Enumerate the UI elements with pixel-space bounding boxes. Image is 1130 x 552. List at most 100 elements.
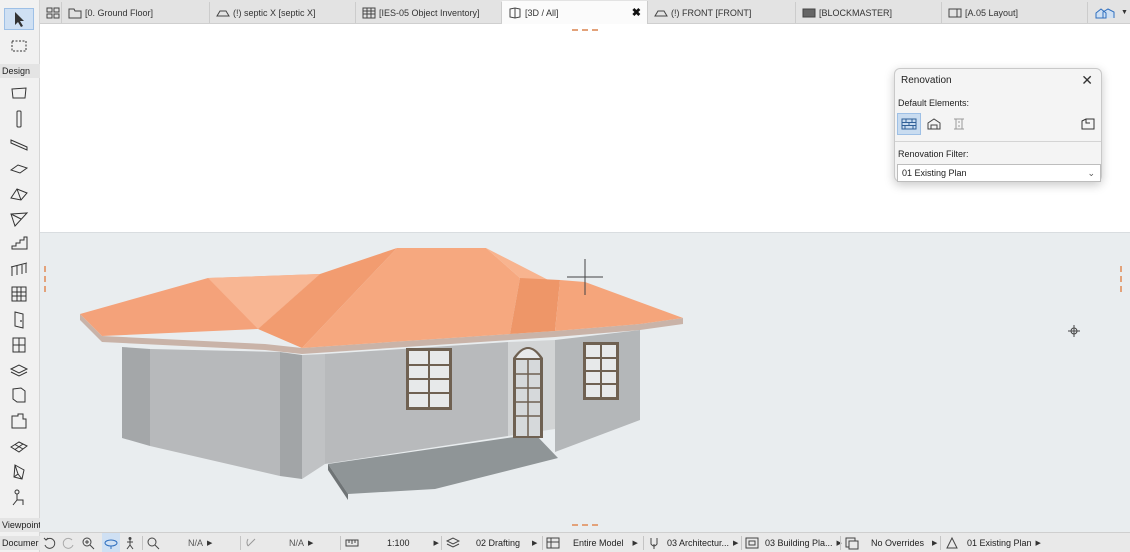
dropdown-arrow-icon: ▶: [433, 540, 439, 547]
dropdown-arrow-icon: ▶: [207, 540, 213, 547]
tab-a05-layout[interactable]: [A.05 Layout]: [942, 2, 1088, 23]
walk-icon: [126, 537, 134, 550]
existing-brick-icon: [901, 118, 917, 130]
orbit-icon: [104, 539, 118, 549]
renovation-filter-status-value: 01 Existing Plan: [967, 538, 1032, 548]
marquee-tool-icon[interactable]: [4, 35, 34, 57]
model-view-value: Entire Model: [573, 538, 624, 548]
chevron-down-icon: ▼: [1121, 9, 1128, 16]
pen-set-field[interactable]: 03 Architectur... ▶: [647, 533, 738, 552]
override-icon: [1081, 118, 1095, 130]
zone-tool-icon[interactable]: [4, 486, 34, 508]
crosshair-cursor-icon: [567, 259, 603, 295]
zoom-value: N/A: [188, 538, 204, 548]
slab-tool-icon[interactable]: [4, 158, 34, 180]
navigator-dropdown-button[interactable]: ▼: [1088, 2, 1130, 23]
wall-left-side: [122, 347, 150, 446]
tab-blockmaster[interactable]: [BLOCKMASTER]: [796, 2, 942, 23]
opening-tool-icon[interactable]: [4, 384, 34, 406]
morph-tool-icon[interactable]: [4, 461, 34, 483]
tab-septic[interactable]: (!) septic X [septic X]: [210, 2, 356, 23]
mesh-tool-icon[interactable]: [4, 436, 34, 458]
tab-object-inventory[interactable]: [IES-05 Object Inventory]: [356, 2, 502, 23]
structure-display-icon: [546, 537, 560, 549]
tab-3d-all[interactable]: [3D / All] ✖: [502, 1, 648, 24]
pen-icon: [650, 538, 658, 549]
dropdown-arrow-icon: ▶: [1035, 540, 1041, 547]
renovation-palette: Renovation ✕ Default Elements: Renovatio…: [894, 68, 1102, 182]
tab-label: [3D / All]: [525, 7, 559, 18]
scale-value: 1:100: [387, 538, 410, 548]
undo-zoom-button[interactable]: [42, 533, 56, 552]
window-tool-icon[interactable]: [4, 334, 34, 356]
renovation-filter-label: Renovation Filter:: [898, 149, 969, 159]
tab-close-button[interactable]: ✖: [632, 6, 641, 19]
wall-tool-icon[interactable]: [4, 82, 34, 104]
railing-tool-icon[interactable]: [4, 258, 34, 280]
column-tool-icon[interactable]: [4, 108, 34, 130]
wall-left-front: [150, 349, 280, 476]
zoom-field[interactable]: N/A ▶: [146, 533, 212, 552]
document-label: Documer: [0, 536, 40, 550]
redo-view-icon: [62, 537, 74, 549]
layout-sheet-icon: [948, 8, 962, 17]
design-label: Design: [0, 64, 40, 78]
dropdown-arrow-icon: ▶: [532, 540, 538, 547]
tab-front-elevation[interactable]: (!) FRONT [FRONT]: [648, 2, 796, 23]
rotation-field[interactable]: N/A ▶: [245, 533, 313, 552]
orbit-point-icon[interactable]: [1067, 324, 1081, 338]
tab-label: [IES-05 Object Inventory]: [379, 7, 480, 18]
layer-combination-field[interactable]: 02 Drafting ▶: [446, 533, 537, 552]
tab-label: [A.05 Layout]: [965, 7, 1019, 18]
beam-tool-icon[interactable]: [4, 133, 34, 155]
roof-tool-icon[interactable]: [4, 183, 34, 205]
graphic-override-field[interactable]: No Overrides ▶: [845, 533, 937, 552]
existing-elements-button[interactable]: [897, 113, 921, 135]
orbit-button[interactable]: [102, 533, 120, 552]
curtain-wall-tool-icon[interactable]: [4, 283, 34, 305]
tab-overview[interactable]: [40, 2, 62, 23]
tab-ground-floor[interactable]: [0. Ground Floor]: [62, 2, 210, 23]
tab-label: (!) FRONT [FRONT]: [671, 7, 752, 18]
renovation-filter-field[interactable]: 01 Existing Plan ▶: [945, 533, 1041, 552]
new-elements-button[interactable]: [947, 113, 971, 135]
stair-tool-icon[interactable]: [4, 233, 34, 255]
layer-combination-value: 02 Drafting: [476, 538, 521, 548]
wall-left-return: [280, 352, 302, 479]
object-tool-icon[interactable]: [4, 410, 34, 432]
renovation-settings-button[interactable]: [1076, 113, 1100, 135]
shell-tool-icon[interactable]: [4, 208, 34, 230]
door-tool-icon[interactable]: [4, 309, 34, 331]
model-view-options-icon: [745, 537, 759, 549]
explore-button[interactable]: [123, 533, 137, 552]
palette-divider: [895, 141, 1101, 142]
rotation-value: N/A: [289, 538, 305, 548]
skylight-tool-icon[interactable]: [4, 359, 34, 381]
view-tab-bar: [0. Ground Floor] (!) septic X [septic X…: [40, 0, 1130, 24]
magnifier-icon: [147, 537, 160, 550]
elevation-icon: [654, 10, 668, 16]
layers-icon: [446, 537, 460, 548]
redo-zoom-button[interactable]: [62, 533, 76, 552]
window-center: [406, 348, 452, 410]
scale-field[interactable]: 1:100 ▶: [345, 533, 439, 552]
renovation-filter-select[interactable]: 01 Existing Plan ⌄: [897, 164, 1101, 182]
floor-plan-icon: [68, 8, 82, 18]
default-elements-label: Default Elements:: [898, 98, 970, 108]
dropdown-arrow-icon: ▶: [932, 540, 938, 547]
zoom-in-button[interactable]: [81, 533, 95, 552]
entry-door: [513, 347, 543, 438]
demolish-icon: [927, 118, 941, 130]
demolish-elements-button[interactable]: [922, 113, 946, 135]
model-view-options-field[interactable]: 03 Building Pla... ▶: [745, 533, 842, 552]
rotate-icon: [246, 538, 256, 547]
navigator-icon: [1095, 7, 1115, 18]
palette-close-button[interactable]: ✕: [1081, 72, 1093, 89]
undo-view-icon: [43, 537, 56, 549]
tab-grid-icon: [46, 7, 60, 18]
model-view-field[interactable]: Entire Model ▶: [546, 533, 638, 552]
tab-label: [0. Ground Floor]: [85, 7, 154, 18]
arrow-tool-icon[interactable]: [4, 8, 34, 30]
scale-ruler-icon: [345, 539, 359, 547]
tab-label: (!) septic X [septic X]: [233, 7, 316, 18]
